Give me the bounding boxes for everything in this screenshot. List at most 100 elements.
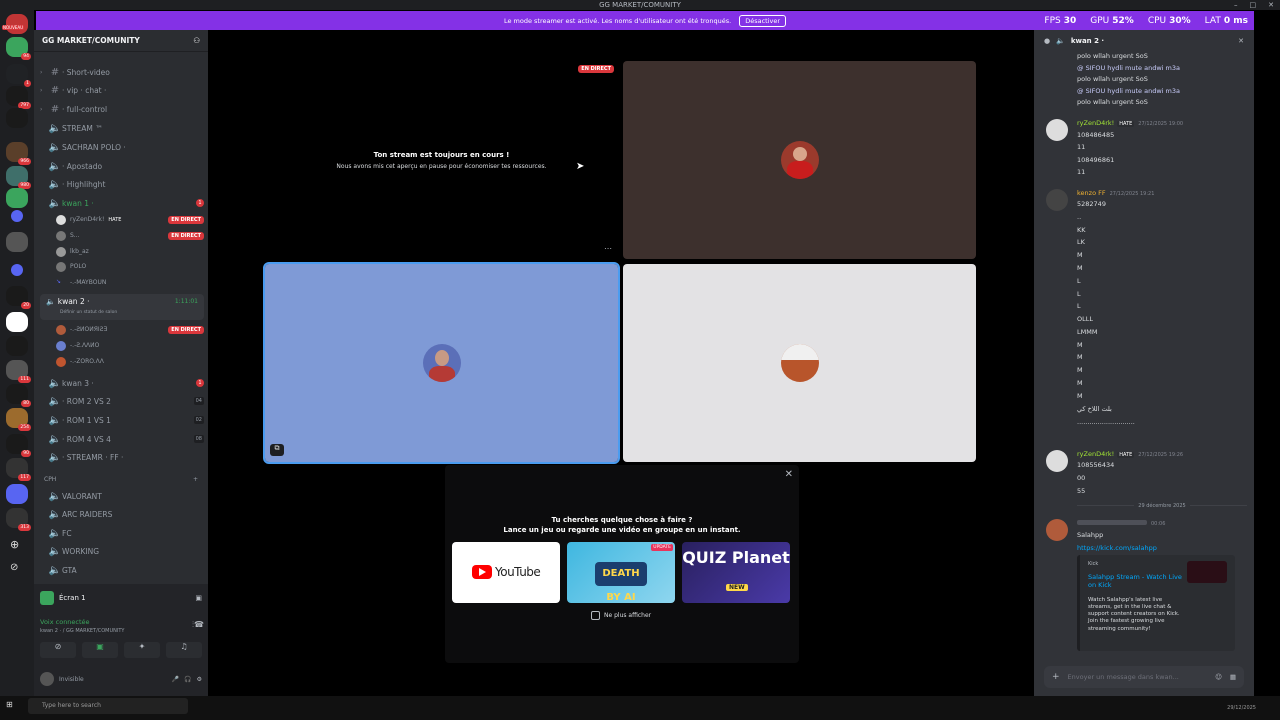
voice-channel[interactable]: 🔈 WORKING (40, 542, 204, 560)
voice-status[interactable]: Voix connectée (40, 618, 90, 626)
headset-icon[interactable]: 🎧 (184, 676, 191, 683)
embed-title[interactable]: Salahpp Stream - Watch Live on Kick (1088, 573, 1182, 589)
category-header[interactable]: CPH + (44, 476, 198, 483)
server-icon[interactable]: 80 (6, 384, 31, 407)
message-line: polo wllah urgent SoS (1077, 75, 1148, 83)
avatar[interactable] (1046, 519, 1068, 541)
folder-icon[interactable] (11, 264, 23, 276)
voice-user[interactable]: POLO (56, 259, 204, 274)
voice-channel[interactable]: 🔈 ARC RAIDERS (40, 505, 204, 523)
voice-channel[interactable]: 🔈 · ROM 1 VS 1 02 (40, 411, 204, 429)
server-icon[interactable]: 980 (6, 166, 31, 189)
voice-user[interactable]: S... EN DIRECT (56, 228, 204, 243)
server-icon[interactable] (6, 484, 28, 504)
voice-user[interactable]: ryZenD4rk! HATE EN DIRECT (56, 212, 204, 227)
server-icon[interactable] (6, 108, 28, 128)
voice-channel[interactable]: 🔈 · STREAMR · FF · (40, 448, 204, 466)
server-icon[interactable]: 254 (6, 408, 31, 431)
new-server-icon[interactable]: NOUVEAU (2, 14, 28, 34)
server-icon[interactable] (6, 232, 28, 252)
disconnect-icon[interactable]: ☎ (194, 620, 204, 629)
user-tile[interactable]: ⧉ (263, 262, 620, 464)
google-server-icon[interactable] (6, 312, 28, 332)
voice-channel[interactable]: 🔈 · ROM 2 VS 2 04 (40, 392, 204, 410)
message-input[interactable]: + Envoyer un message dans kwan... ☺ ▦ (1044, 666, 1244, 688)
voice-location[interactable]: kwan 2 · / GG MARKET/COMUNITY (40, 628, 124, 634)
voice-channel[interactable]: 🔈 GTA (40, 561, 204, 579)
add-member-icon[interactable]: ⚇ (193, 36, 200, 45)
user-tile[interactable] (623, 61, 976, 259)
discover-icon[interactable]: ⊘ (10, 562, 18, 573)
message-link[interactable]: https://kick.com/salahpp (1077, 544, 1157, 552)
quiz-planet-card[interactable]: QUIZ Planet NEW (682, 542, 790, 603)
voice-channel[interactable]: 🔈 VALORANT (40, 487, 204, 505)
avatar[interactable] (1046, 450, 1068, 472)
taskbar-search[interactable]: Type here to search (28, 698, 188, 714)
server-icon[interactable]: 117 (6, 458, 31, 481)
account-bar[interactable]: Invisible 🎤 🎧 ⚙ (40, 670, 202, 688)
message-author[interactable]: ryZenD4rk! HATE 27/12/2025 19:26 (1077, 450, 1183, 458)
paused-stream-tile[interactable]: EN DIRECT Ton stream est toujours en cou… (265, 61, 618, 259)
voice-channel[interactable]: 🔈 STREAM ™ (40, 119, 204, 137)
screen-share-button[interactable]: ▣ (82, 642, 118, 658)
avatar[interactable] (1046, 189, 1068, 211)
message-author[interactable]: ryZenD4rk! HATE 27/12/2025 19:00 (1077, 119, 1183, 127)
avatar[interactable] (1046, 119, 1068, 141)
server-icon[interactable] (6, 188, 28, 208)
voice-channel[interactable]: 🔈 · Apostado (40, 157, 204, 175)
server-icon[interactable]: 111 (6, 360, 31, 383)
voice-channel[interactable]: 🔈 FC (40, 524, 204, 542)
settings-icon[interactable]: ⚙ (197, 676, 202, 683)
channel-item[interactable]: › # · Short-video (40, 63, 204, 81)
server-icon[interactable]: 20 (6, 286, 31, 309)
server-icon[interactable]: 1 (6, 64, 31, 87)
channel-item[interactable]: › # · vip · chat · (40, 81, 204, 99)
voice-user[interactable]: lkb_az (56, 244, 204, 259)
apps-icon[interactable]: ▦ (1230, 673, 1236, 681)
voice-user[interactable]: -.-ZORO.ΛΛ (56, 354, 204, 369)
voice-channel[interactable]: 🔈 SACHRAN POLO · (40, 138, 204, 156)
server-icon[interactable]: 90 (6, 434, 31, 457)
voice-channel[interactable]: 🔈 kwan 3 · 1 (40, 374, 204, 392)
server-icon[interactable]: 966 (6, 142, 31, 165)
youtube-card[interactable]: YouTube (452, 542, 560, 603)
mic-icon[interactable]: 🎤 (172, 676, 179, 683)
server-icon[interactable]: 94 (6, 37, 31, 60)
voice-channel-kwan2[interactable]: 🔈 kwan 2 · 1:11:01 Définir un statut de … (40, 294, 204, 320)
voice-user[interactable]: -.-Ƨ.ΛΛИO (56, 338, 204, 353)
message-author[interactable]: 00:06 (1077, 519, 1165, 527)
voice-user[interactable]: -.-ƧИOИЯIƧƎ EN DIRECT (56, 322, 204, 337)
server-icon[interactable]: 797 (6, 86, 31, 109)
dont-show-checkbox[interactable]: Ne plus afficher (591, 611, 651, 620)
channel-status[interactable]: Définir un statut de salon (60, 310, 117, 315)
close-window-button[interactable]: ✕ (1268, 0, 1274, 10)
disable-streamer-button[interactable]: Désactiver (739, 14, 787, 27)
add-attachment-icon[interactable]: + (1052, 672, 1060, 682)
server-header[interactable]: GG MARKET/COMUNITY ⚇ (34, 30, 208, 52)
close-icon[interactable]: ✕ (1238, 37, 1244, 45)
folder-icon[interactable] (11, 210, 23, 222)
emoji-icon[interactable]: ☺ (1215, 673, 1222, 681)
user-tile[interactable] (623, 264, 976, 462)
voice-channel-kwan1[interactable]: 🔈 kwan 1 · 1 (40, 194, 204, 212)
activities-button[interactable]: ✦ (124, 642, 160, 658)
channel-item[interactable]: › # · full-control (40, 100, 204, 118)
voice-user[interactable]: ↘ -.-MAYBOUN (56, 275, 204, 290)
start-icon[interactable]: ⊞ (6, 700, 13, 709)
server-icon[interactable] (6, 336, 28, 356)
screen-share-row[interactable]: Écran 1 ▣ (40, 590, 202, 606)
message-author[interactable]: kenzo FF 27/12/2025 19:21 (1077, 189, 1154, 197)
close-icon[interactable]: ✕ (785, 469, 793, 480)
minimize-button[interactable]: – (1234, 0, 1238, 10)
link-embed[interactable]: Kick Salahpp Stream - Watch Live on Kick… (1077, 555, 1235, 651)
add-server-icon[interactable]: ⊕ (10, 538, 19, 551)
more-icon[interactable]: ⋯ (604, 244, 612, 253)
maximize-button[interactable]: □ (1250, 0, 1257, 10)
voice-channel[interactable]: 🔈 · Highlihght (40, 175, 204, 193)
server-icon[interactable]: 313 (6, 508, 31, 531)
soundboard-button[interactable]: ♫ (166, 642, 202, 658)
screen-share-icon[interactable]: ⧉ (270, 444, 284, 456)
camera-off-button[interactable]: ⊘ (40, 642, 76, 658)
death-by-ai-card[interactable]: UPDATE DEATH BY AI (567, 542, 675, 603)
voice-channel[interactable]: 🔈 · ROM 4 VS 4 08 (40, 430, 204, 448)
